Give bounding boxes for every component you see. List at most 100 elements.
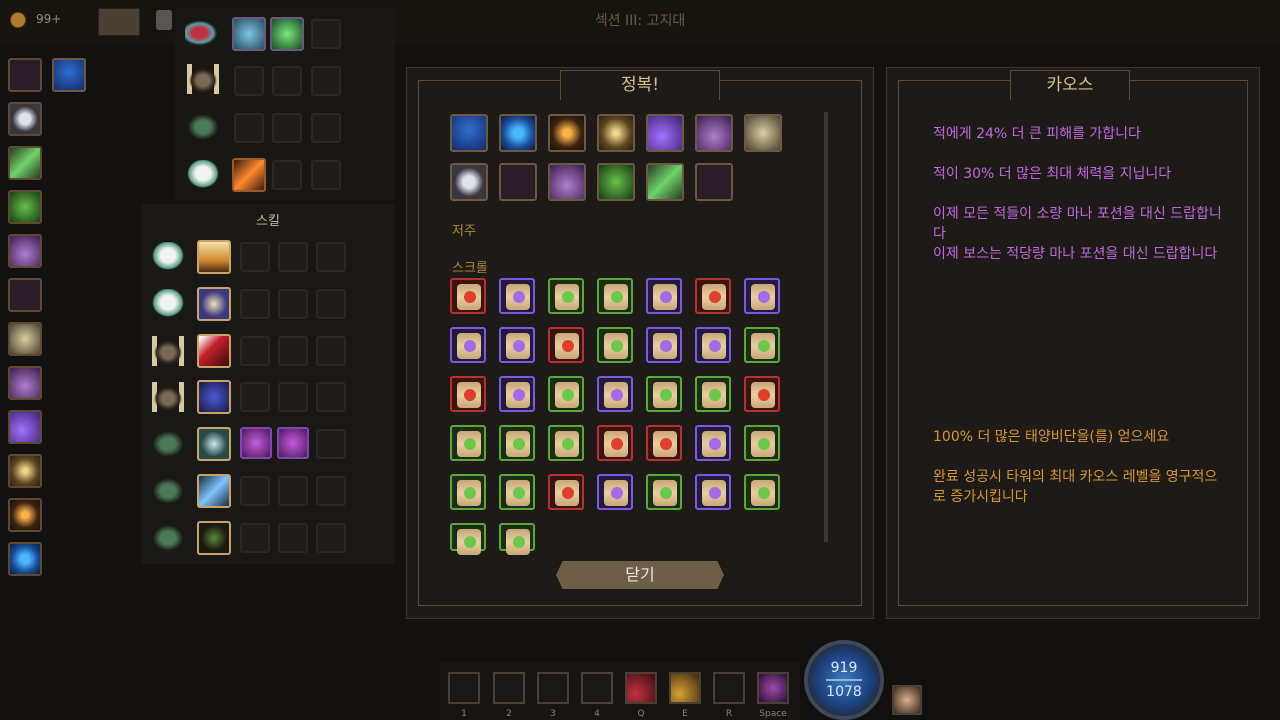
hotbar-slot-2[interactable]	[493, 672, 525, 704]
purple-scroll-icon[interactable]	[744, 278, 780, 314]
green-scroll-icon[interactable]	[646, 376, 682, 412]
green-scroll-icon[interactable]	[597, 327, 633, 363]
goblin-hero-avatar[interactable]	[150, 429, 186, 459]
empty-slot[interactable]	[234, 113, 264, 143]
map-icon[interactable]	[98, 8, 140, 36]
empty-slot[interactable]	[240, 476, 270, 506]
scythe-icon[interactable]	[695, 163, 733, 201]
green-potion-icon[interactable]	[597, 163, 635, 201]
purple-scroll-icon[interactable]	[499, 327, 535, 363]
creature-skill-icon[interactable]	[197, 521, 231, 555]
white-skull-icon[interactable]	[450, 163, 488, 201]
close-button[interactable]: 닫기	[556, 561, 724, 589]
blue-shield-icon[interactable]	[52, 58, 86, 92]
red-scroll-icon[interactable]	[450, 278, 486, 314]
hotbar-slot-3[interactable]	[537, 672, 569, 704]
green-gem-icon[interactable]	[270, 17, 304, 51]
portrait-icon[interactable]	[892, 685, 922, 715]
viking-hero-avatar[interactable]	[185, 64, 221, 94]
green-scroll-icon[interactable]	[450, 425, 486, 461]
goblin-hero-avatar[interactable]	[150, 476, 186, 506]
golden-burst-icon[interactable]	[8, 454, 42, 488]
compass-icon[interactable]	[8, 322, 42, 356]
red-scroll-icon[interactable]	[450, 376, 486, 412]
red-hood-hero-avatar[interactable]	[185, 18, 221, 48]
purple-gem-icon[interactable]	[240, 427, 272, 459]
purple-claw-icon[interactable]	[646, 114, 684, 152]
pink-halo-icon[interactable]	[695, 114, 733, 152]
empty-slot[interactable]	[278, 336, 308, 366]
green-scroll-icon[interactable]	[548, 425, 584, 461]
empty-slot[interactable]	[316, 523, 346, 553]
purple-scroll-icon[interactable]	[646, 278, 682, 314]
fire-orb-icon[interactable]	[8, 498, 42, 532]
red-scroll-icon[interactable]	[695, 278, 731, 314]
viking-hero-avatar[interactable]	[150, 336, 186, 366]
empty-slot[interactable]	[272, 113, 302, 143]
blood-slash-skill-icon[interactable]	[197, 334, 231, 368]
purple-scroll-icon[interactable]	[499, 278, 535, 314]
green-scroll-icon[interactable]	[450, 474, 486, 510]
empty-slot[interactable]	[316, 336, 346, 366]
red-scroll-icon[interactable]	[597, 425, 633, 461]
leaf-icon[interactable]	[646, 163, 684, 201]
green-scroll-icon[interactable]	[548, 278, 584, 314]
blue-shield-icon[interactable]	[450, 114, 488, 152]
pink-halo-icon[interactable]	[8, 366, 42, 400]
green-scroll-icon[interactable]	[499, 425, 535, 461]
green-scroll-icon[interactable]	[450, 523, 486, 555]
white-hair-hero-avatar[interactable]	[185, 160, 221, 190]
scrollbar-thumb[interactable]	[824, 112, 828, 542]
whirlwind-skill-icon[interactable]	[197, 427, 231, 461]
green-scroll-icon[interactable]	[499, 523, 535, 555]
empty-slot[interactable]	[316, 242, 346, 272]
empty-slot[interactable]	[278, 476, 308, 506]
purple-scroll-icon[interactable]	[450, 327, 486, 363]
blue-spiral-icon[interactable]	[499, 114, 537, 152]
empty-slot[interactable]	[316, 429, 346, 459]
green-scroll-icon[interactable]	[744, 327, 780, 363]
empty-slot[interactable]	[278, 289, 308, 319]
green-scroll-icon[interactable]	[744, 425, 780, 461]
mask-skill-icon[interactable]	[197, 380, 231, 414]
purple-claw-icon[interactable]	[8, 410, 42, 444]
winged-boot-icon[interactable]	[8, 278, 42, 312]
purple-scroll-icon[interactable]	[597, 474, 633, 510]
shield-gem-icon[interactable]	[232, 17, 266, 51]
conquest-scrollbar[interactable]	[824, 112, 828, 542]
empty-slot[interactable]	[316, 289, 346, 319]
purple-scroll-icon[interactable]	[597, 376, 633, 412]
flame-pillar-skill-icon[interactable]	[197, 240, 231, 274]
empty-slot[interactable]	[316, 382, 346, 412]
winged-boot-icon[interactable]	[499, 163, 537, 201]
purple-scroll-icon[interactable]	[695, 474, 731, 510]
pink-gem-icon[interactable]	[277, 427, 309, 459]
ice-feather-skill-icon[interactable]	[197, 474, 231, 508]
hotbar-slot-1[interactable]	[448, 672, 480, 704]
viking-hero-avatar[interactable]	[150, 382, 186, 412]
empty-slot[interactable]	[272, 66, 302, 96]
angel-skill-icon[interactable]	[197, 287, 231, 321]
hotbar-slot-r[interactable]	[713, 672, 745, 704]
candle-icon[interactable]	[8, 234, 42, 268]
empty-slot[interactable]	[278, 523, 308, 553]
empty-slot[interactable]	[240, 336, 270, 366]
empty-slot[interactable]	[234, 66, 264, 96]
backpack-icon[interactable]	[156, 10, 172, 30]
empty-slot[interactable]	[311, 66, 341, 96]
green-scroll-icon[interactable]	[499, 474, 535, 510]
green-scroll-icon[interactable]	[695, 376, 731, 412]
candle-icon[interactable]	[548, 163, 586, 201]
green-scroll-icon[interactable]	[548, 376, 584, 412]
empty-slot[interactable]	[240, 523, 270, 553]
red-scroll-icon[interactable]	[744, 376, 780, 412]
hotbar-slot-q[interactable]	[625, 672, 657, 704]
orange-feather-icon[interactable]	[232, 158, 266, 192]
empty-slot[interactable]	[240, 289, 270, 319]
hotbar-slot-4[interactable]	[581, 672, 613, 704]
empty-slot[interactable]	[311, 160, 341, 190]
blue-spiral-icon[interactable]	[8, 542, 42, 576]
empty-slot[interactable]	[240, 242, 270, 272]
purple-scroll-icon[interactable]	[499, 376, 535, 412]
empty-slot[interactable]	[240, 382, 270, 412]
